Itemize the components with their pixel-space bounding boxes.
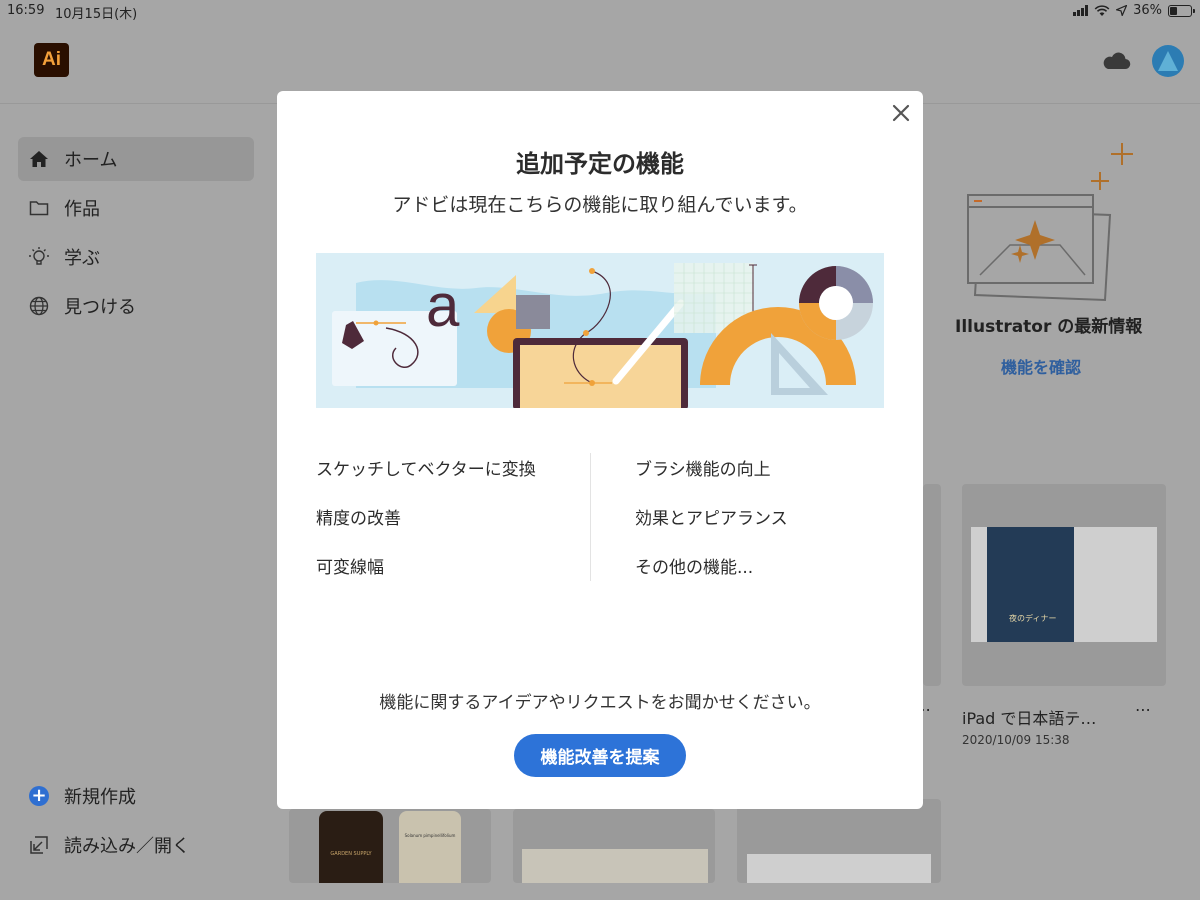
status-bar: 16:59 10月15日(木) 36% [0,0,1200,22]
create-new-label: 新規作成 [64,787,136,808]
folder-icon [28,197,50,219]
suggest-improvement-button[interactable]: 機能改善を提案 [514,734,686,777]
cloud-icon[interactable] [1101,52,1131,70]
file-name: iPad で日本語テ… [962,709,1097,728]
lightbulb-icon [28,246,50,268]
sidebar-item-label: 見つける [64,297,136,318]
svg-text:a: a [426,272,460,339]
template-card[interactable] [513,809,715,883]
more-icon[interactable]: ⋯ [1135,700,1152,719]
features-illustration: a [316,253,884,408]
sidebar-item-works[interactable]: 作品 [18,186,254,230]
feature-item: ブラシ機能の向上 [635,460,771,480]
seed-tag-image: Solanum pimpinellifolium [399,811,461,883]
sidebar-item-label: ホーム [64,150,118,171]
globe-icon [28,295,50,317]
status-date: 10月15日(木) [55,7,138,22]
whats-new-title: Illustrator の最新情報 [955,317,1143,337]
file-card[interactable]: 夜のディナー [962,484,1166,686]
sidebar: ホーム 作品 学ぶ 見つける + 新規作成 読み込み／開く [0,104,270,900]
status-time: 16:59 [7,3,45,18]
feature-item: スケッチしてベクターに変換 [316,460,536,480]
poster-text: 夜のディナー [1009,614,1057,623]
create-new-button[interactable]: + 新規作成 [18,774,254,818]
garden-tag-image: GARDEN SUPPLY [319,811,383,883]
template-thumbnail [747,854,931,883]
feature-column-divider [590,453,591,581]
wifi-icon [1094,4,1110,16]
poster-image: 夜のディナー [987,527,1074,642]
close-icon[interactable] [890,102,912,124]
file-thumbnail: 夜のディナー [971,527,1157,642]
battery-percent: 36% [1133,3,1162,18]
sidebar-item-label: 作品 [64,199,100,220]
import-open-label: 読み込み／開く [64,836,190,857]
sidebar-item-discover[interactable]: 見つける [18,284,254,328]
seed-tag-text: Solanum pimpinellifolium [404,833,456,838]
feature-item: 効果とアピアランス [635,509,788,529]
location-icon [1116,5,1128,16]
feature-item: 精度の改善 [316,509,401,529]
garden-tag-text: GARDEN SUPPLY [330,851,372,857]
file-card-partial[interactable] [923,484,941,686]
import-open-button[interactable]: 読み込み／開く [18,823,254,867]
template-card[interactable]: GARDEN SUPPLY Solanum pimpinellifolium [289,809,491,883]
feature-item: 可変線幅 [316,558,384,578]
template-thumbnail [522,849,708,883]
sidebar-item-home[interactable]: ホーム [18,137,254,181]
home-icon [28,148,50,170]
signal-icon [1073,5,1089,16]
upcoming-features-dialog: 追加予定の機能 アドビは現在こちらの機能に取り組んでいます。 a スケッチしてベ… [277,91,923,809]
whats-new-link[interactable]: 機能を確認 [1001,354,1081,378]
whats-new-illustration [967,143,1133,302]
illustrator-logo: Ai [34,43,69,77]
import-icon [28,834,50,856]
plus-circle-icon: + [28,785,50,807]
file-date: 2020/10/09 15:38 [962,733,1070,747]
battery-icon [1168,4,1195,17]
status-indicators: 36% [1073,3,1195,18]
avatar[interactable] [1152,45,1184,77]
sidebar-item-label: 学ぶ [64,248,100,269]
sidebar-item-learn[interactable]: 学ぶ [18,235,254,279]
dialog-title: 追加予定の機能 [516,150,684,178]
feature-item: その他の機能... [635,558,754,578]
dialog-subtitle: アドビは現在こちらの機能に取り組んでいます。 [392,194,808,216]
feedback-prompt: 機能に関するアイデアやリクエストをお聞かせください。 [379,693,821,713]
template-card[interactable] [737,799,941,883]
